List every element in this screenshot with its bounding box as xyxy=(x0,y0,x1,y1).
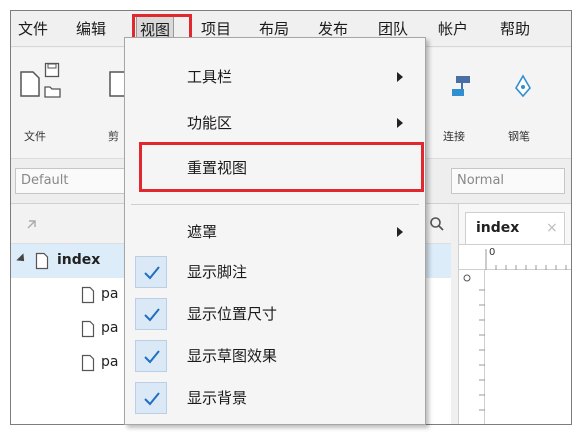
page-icon xyxy=(81,320,95,342)
submenu-arrow-icon xyxy=(397,118,403,128)
menu-file[interactable]: 文件 xyxy=(15,16,51,42)
connect-icon[interactable] xyxy=(450,74,472,102)
style-select[interactable]: Default xyxy=(15,168,133,194)
page-name: pa xyxy=(101,286,119,302)
checkmark-icon xyxy=(144,392,160,406)
page-icon xyxy=(35,252,49,274)
open-folder-icon[interactable] xyxy=(44,84,62,103)
menu-item-label: 遮罩 xyxy=(187,223,218,241)
submenu-arrow-icon xyxy=(397,72,403,82)
menu-item-label: 显示位置尺寸 xyxy=(187,305,278,323)
menu-item-show-position-size[interactable]: 显示位置尺寸 xyxy=(125,295,425,333)
tab-index[interactable]: index × xyxy=(465,212,565,244)
page-icon xyxy=(81,286,95,308)
submenu-arrow-icon xyxy=(397,227,403,237)
search-icon[interactable] xyxy=(429,216,445,236)
menu-separator xyxy=(131,204,419,205)
menu-item-show-notes[interactable]: 显示脚注 xyxy=(125,253,425,291)
menu-item-mask[interactable]: 遮罩 xyxy=(125,213,425,251)
new-file-icon[interactable] xyxy=(19,70,41,102)
tab-label: index xyxy=(476,220,520,236)
horizontal-ruler: 0 xyxy=(459,244,571,271)
menu-account[interactable]: 帐户 xyxy=(435,16,471,42)
connect-label: 连接 xyxy=(443,130,465,143)
checked-box xyxy=(135,382,167,414)
page-name: index xyxy=(57,252,101,268)
checkmark-icon xyxy=(144,350,160,364)
reset-view-highlight xyxy=(139,142,424,192)
editor-panel: index × 0 xyxy=(458,204,571,424)
view-menu-dropdown: 工具栏 功能区 重置视图 遮罩 显示脚注 显示位置尺寸 显示草图效果 显示背景 xyxy=(124,37,426,425)
menu-item-label: 显示脚注 xyxy=(187,263,248,281)
page-name: pa xyxy=(101,354,119,370)
collapse-icon[interactable] xyxy=(25,216,39,235)
checkmark-icon xyxy=(144,308,160,322)
menu-help[interactable]: 帮助 xyxy=(497,16,533,42)
save-icon[interactable] xyxy=(44,62,60,82)
vertical-ruler xyxy=(459,270,485,424)
font-style-select[interactable]: Normal xyxy=(451,168,565,194)
menu-item-show-sketch-effect[interactable]: 显示草图效果 xyxy=(125,337,425,375)
design-canvas[interactable] xyxy=(485,270,571,424)
checked-box xyxy=(135,256,167,288)
menu-item-ribbon[interactable]: 功能区 xyxy=(125,104,425,142)
pen-label: 钢笔 xyxy=(508,130,530,143)
menu-edit[interactable]: 编辑 xyxy=(73,16,109,42)
checked-box xyxy=(135,298,167,330)
menu-item-label: 工具栏 xyxy=(187,68,233,86)
page-name: pa xyxy=(101,320,119,336)
checkmark-icon xyxy=(144,266,160,280)
menu-item-show-background[interactable]: 显示背景 xyxy=(125,379,425,417)
menu-item-label: 功能区 xyxy=(187,114,233,132)
menu-item-label: 显示草图效果 xyxy=(187,347,278,365)
file-label: 文件 xyxy=(24,130,46,143)
cut-label: 剪 xyxy=(108,130,119,143)
page-icon xyxy=(81,354,95,376)
checked-box xyxy=(135,340,167,372)
menu-item-label: 显示背景 xyxy=(187,389,248,407)
menu-item-toolbars[interactable]: 工具栏 xyxy=(125,58,425,96)
pen-tool-icon[interactable] xyxy=(513,74,533,104)
expand-arrow-icon[interactable] xyxy=(16,253,28,265)
close-icon[interactable]: × xyxy=(546,213,558,243)
